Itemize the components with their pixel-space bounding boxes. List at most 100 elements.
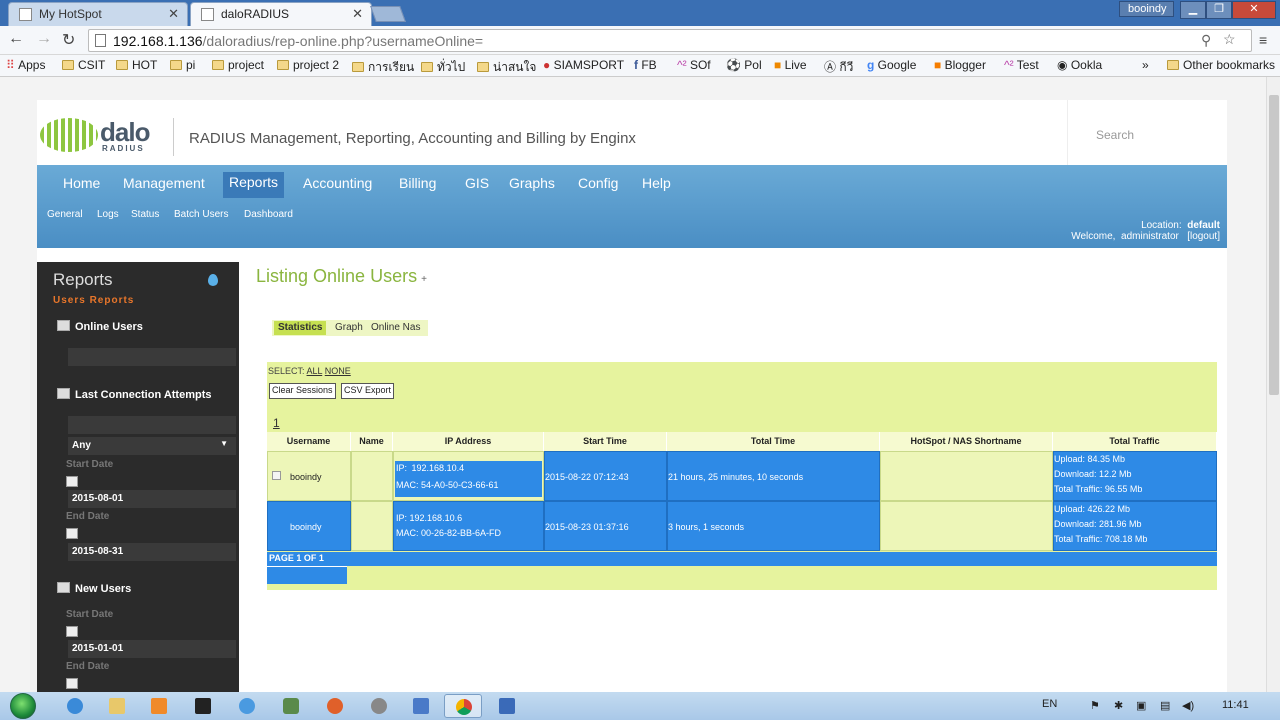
subnav-status[interactable]: Status: [131, 209, 159, 220]
other-bookmarks[interactable]: Other bookmarks: [1167, 58, 1275, 72]
select-none-link[interactable]: NONE: [325, 366, 351, 376]
column-header[interactable]: Username: [267, 432, 351, 451]
bookmark-item[interactable]: f FB: [634, 58, 657, 72]
taskbar-chrome[interactable]: [444, 694, 482, 718]
bookmark-item[interactable]: HOT: [116, 58, 157, 72]
back-icon[interactable]: ←: [8, 30, 24, 48]
taskbar-explorer[interactable]: [98, 694, 136, 718]
start-button[interactable]: [6, 692, 42, 720]
nav-accounting[interactable]: Accounting: [303, 175, 372, 191]
taskbar-cmd[interactable]: [184, 694, 222, 718]
bookmark-item[interactable]: ^² SOf: [677, 58, 711, 72]
star-icon[interactable]: ☆: [1223, 31, 1236, 48]
flag-icon[interactable]: ⚑: [1090, 699, 1100, 712]
sidebar-item-last-connection[interactable]: Last Connection Attempts: [57, 388, 212, 401]
bookmark-item[interactable]: ■ Live: [774, 58, 807, 72]
calendar-icon[interactable]: [66, 626, 78, 637]
tab-online-nas[interactable]: Online Nas: [371, 322, 420, 333]
column-header[interactable]: Name: [351, 432, 393, 451]
bookmark-item[interactable]: ■ Blogger: [934, 58, 986, 72]
status-select[interactable]: Any ▼: [68, 437, 236, 455]
taskbar-media[interactable]: [140, 694, 178, 718]
reload-icon[interactable]: ↻: [62, 30, 75, 50]
column-header[interactable]: Total Time: [667, 432, 880, 451]
close-icon[interactable]: ✕: [352, 6, 363, 22]
calendar-icon[interactable]: [66, 476, 78, 487]
address-bar[interactable]: 192.168.1.136/daloradius/rep-online.php?…: [88, 29, 1252, 52]
expand-toggle[interactable]: +: [421, 274, 427, 285]
start-date-input[interactable]: 2015-08-01: [68, 490, 236, 508]
page-link[interactable]: 1: [273, 416, 280, 430]
select-all-link[interactable]: ALL: [307, 366, 323, 376]
nav-help[interactable]: Help: [642, 175, 671, 191]
bookmark-apps[interactable]: ⠿ Apps: [6, 58, 45, 72]
taskbar-firefox[interactable]: [316, 694, 354, 718]
taskbar-app[interactable]: [360, 694, 398, 718]
bookmark-item[interactable]: น่าสนใจ: [477, 58, 536, 77]
sidebar-last-connection-input[interactable]: [68, 416, 236, 434]
bookmark-item[interactable]: ทั่วไป: [421, 58, 465, 77]
bookmark-item[interactable]: g Google: [867, 58, 916, 72]
new-users-start-date-input[interactable]: 2015-01-01: [68, 640, 236, 658]
language-indicator[interactable]: EN: [1042, 698, 1057, 710]
table-row[interactable]: booindy: [267, 451, 351, 501]
zoom-icon[interactable]: ⚲: [1201, 32, 1211, 49]
sidebar-online-users-input[interactable]: [68, 348, 236, 366]
subnav-general[interactable]: General: [47, 209, 83, 220]
csv-export-button[interactable]: CSV Export: [341, 383, 395, 399]
power-icon[interactable]: ▣: [1136, 699, 1146, 712]
tab-graph[interactable]: Graph: [335, 322, 363, 333]
table-row[interactable]: booindy: [267, 501, 351, 551]
forward-icon[interactable]: →: [36, 30, 52, 48]
nav-config[interactable]: Config: [578, 175, 618, 191]
bookmark-item[interactable]: CSIT: [62, 58, 105, 72]
close-window-button[interactable]: ✕: [1232, 1, 1276, 19]
nav-reports[interactable]: Reports: [223, 172, 285, 198]
sidebar-item-online-users[interactable]: Online Users: [57, 320, 143, 333]
column-header[interactable]: IP Address: [393, 432, 544, 451]
clock[interactable]: 11:41: [1222, 699, 1249, 711]
search-input[interactable]: Search: [1067, 100, 1227, 168]
browser-tab-daloradius[interactable]: daloRADIUS ✕: [190, 2, 372, 26]
bookmark-item[interactable]: การเรียน: [352, 58, 414, 77]
new-tab-button[interactable]: [370, 6, 406, 22]
bookmark-item[interactable]: ^² Test: [1004, 58, 1039, 72]
subnav-dashboard[interactable]: Dashboard: [244, 209, 293, 220]
menu-icon[interactable]: ≡: [1259, 32, 1267, 48]
tab-statistics[interactable]: Statistics: [274, 321, 327, 335]
nav-graphs[interactable]: Graphs: [509, 175, 555, 191]
bookmarks-overflow[interactable]: »: [1142, 58, 1149, 72]
profile-badge[interactable]: booindy: [1119, 1, 1174, 17]
settings-icon[interactable]: ✱: [1114, 699, 1123, 712]
bookmark-item[interactable]: ⚽ Pol: [726, 58, 762, 72]
nav-gis[interactable]: GIS: [465, 175, 489, 191]
bookmark-item[interactable]: ● SIAMSPORT: [543, 58, 624, 72]
taskbar-app[interactable]: [402, 694, 440, 718]
taskbar-app[interactable]: [228, 694, 266, 718]
bookmark-item[interactable]: ◉ Ookla: [1057, 58, 1102, 72]
column-header[interactable]: Total Traffic: [1053, 432, 1217, 451]
subnav-batch-users[interactable]: Batch Users: [174, 209, 228, 220]
column-header[interactable]: HotSpot / NAS Shortname: [880, 432, 1053, 451]
row-checkbox[interactable]: [272, 471, 281, 480]
calendar-icon[interactable]: [66, 528, 78, 539]
nav-management[interactable]: Management: [123, 175, 205, 191]
nav-home[interactable]: Home: [63, 175, 100, 191]
calendar-icon[interactable]: [66, 678, 78, 689]
logout-link[interactable]: [logout]: [1187, 231, 1220, 242]
nav-billing[interactable]: Billing: [399, 175, 436, 191]
scrollbar-thumb[interactable]: [1269, 95, 1279, 395]
page-scrollbar[interactable]: [1266, 77, 1280, 692]
taskbar-ie[interactable]: [56, 694, 94, 718]
taskbar-app[interactable]: [272, 694, 310, 718]
bookmark-item[interactable]: project 2: [277, 58, 339, 72]
sidebar-item-new-users[interactable]: New Users: [57, 582, 131, 595]
column-header[interactable]: Start Time: [544, 432, 667, 451]
bookmark-item[interactable]: Ⓐ กีวี: [824, 58, 853, 77]
taskbar-app[interactable]: [488, 694, 526, 718]
bookmark-item[interactable]: pi: [170, 58, 195, 72]
volume-icon[interactable]: ◀): [1182, 699, 1194, 712]
subnav-logs[interactable]: Logs: [97, 209, 119, 220]
bookmark-item[interactable]: project: [212, 58, 264, 72]
browser-tab-hotspot[interactable]: My HotSpot ✕: [8, 2, 188, 26]
